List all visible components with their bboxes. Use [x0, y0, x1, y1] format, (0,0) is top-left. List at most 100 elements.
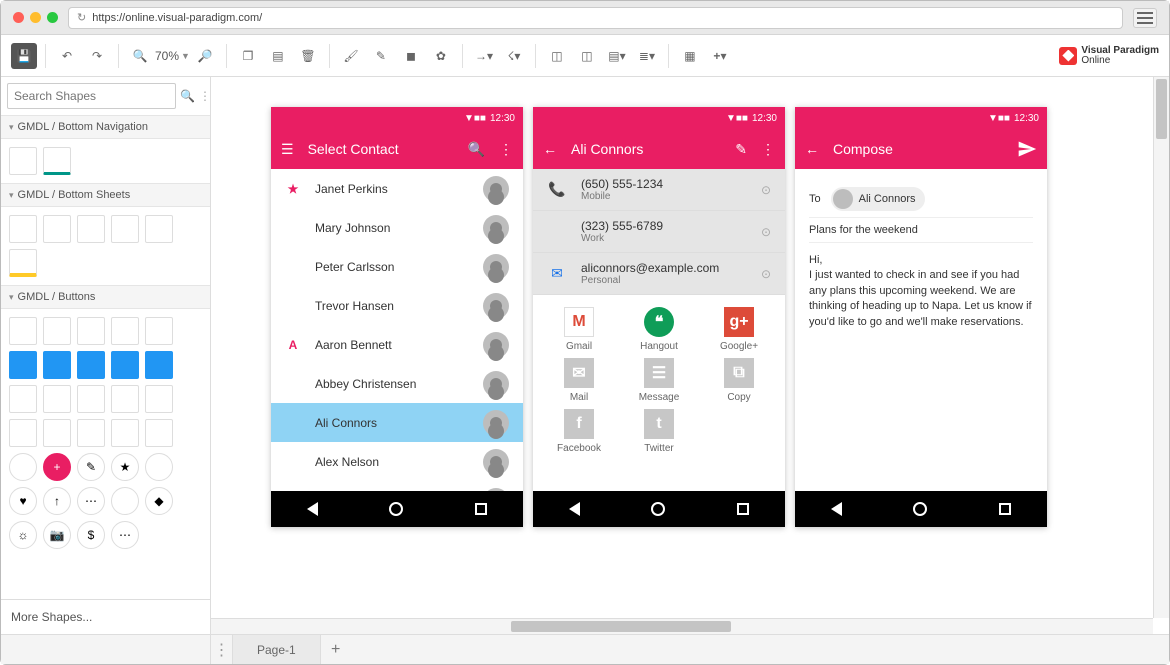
stroke-button[interactable]: ✎: [368, 43, 394, 69]
category-buttons[interactable]: GMDL / Buttons: [1, 285, 210, 309]
mockup-contact-detail[interactable]: ▼■■12:30 ← Ali Connors ✎ ⋮ 📞(650) 555-12…: [533, 107, 785, 527]
align-button[interactable]: ▤▾: [604, 43, 630, 69]
url-bar[interactable]: ↻ https://online.visual-paradigm.com/: [68, 7, 1123, 29]
shape-cell[interactable]: [43, 419, 71, 447]
share-app-message[interactable]: ☰Message: [619, 358, 699, 403]
share-app-twitter[interactable]: tTwitter: [619, 409, 699, 454]
subject-field[interactable]: Plans for the weekend: [809, 224, 918, 236]
overflow-icon[interactable]: ⋮: [761, 141, 775, 158]
share-app-mail[interactable]: ✉Mail: [539, 358, 619, 403]
detail-row[interactable]: (323) 555-6789Work⊙: [533, 211, 785, 253]
back-icon[interactable]: ←: [805, 141, 819, 157]
shape-cell[interactable]: [9, 147, 37, 175]
share-app-gmail[interactable]: MGmail: [539, 307, 619, 352]
shape-cell[interactable]: $: [77, 521, 105, 549]
shape-cell[interactable]: [145, 351, 173, 379]
search-shapes-input[interactable]: [7, 83, 176, 109]
shape-cell[interactable]: [111, 419, 139, 447]
undo-button[interactable]: ↶: [54, 43, 80, 69]
mockup-select-contact[interactable]: ▼■■ 12:30 ☰ Select Contact 🔍 ⋮ ★Janet Pe…: [271, 107, 523, 527]
shape-cell[interactable]: [77, 419, 105, 447]
shape-cell[interactable]: [111, 317, 139, 345]
shape-cell[interactable]: [9, 351, 37, 379]
horizontal-scrollbar[interactable]: [211, 618, 1153, 634]
shape-cell[interactable]: ◆: [145, 487, 173, 515]
share-app-copy[interactable]: ⧉Copy: [699, 358, 779, 403]
paste-button[interactable]: ▤: [265, 43, 291, 69]
share-app-facebook[interactable]: fFacebook: [539, 409, 619, 454]
to-back-button[interactable]: ◫: [574, 43, 600, 69]
shape-cell[interactable]: [43, 317, 71, 345]
menu-icon[interactable]: ☰: [281, 141, 294, 158]
shape-cell[interactable]: [145, 317, 173, 345]
shape-cell[interactable]: [77, 351, 105, 379]
shape-cell[interactable]: [43, 147, 71, 175]
contact-row[interactable]: Alex Nelson: [271, 442, 523, 481]
shape-cell[interactable]: 📷: [43, 521, 71, 549]
copy-button[interactable]: ❐: [235, 43, 261, 69]
reload-icon[interactable]: ↻: [77, 11, 86, 24]
shape-cell[interactable]: [77, 215, 105, 243]
shape-cell[interactable]: [145, 385, 173, 413]
shape-cell[interactable]: [145, 419, 173, 447]
window-controls[interactable]: [13, 12, 58, 23]
browser-menu-button[interactable]: [1133, 8, 1157, 28]
shape-cell[interactable]: [77, 385, 105, 413]
category-bottom-sheets[interactable]: GMDL / Bottom Sheets: [1, 183, 210, 207]
search-icon[interactable]: 🔍: [180, 89, 195, 103]
shadow-button[interactable]: ◼: [398, 43, 424, 69]
contact-row[interactable]: ★Janet Perkins: [271, 169, 523, 208]
back-icon[interactable]: ←: [543, 141, 557, 157]
shape-cell[interactable]: [9, 317, 37, 345]
shape-cell[interactable]: [77, 317, 105, 345]
share-app-hangout[interactable]: ❝Hangout: [619, 307, 699, 352]
page-tab[interactable]: Page-1: [233, 635, 321, 664]
shape-cell[interactable]: [9, 215, 37, 243]
contact-row[interactable]: Abbey Christensen: [271, 364, 523, 403]
shape-cell[interactable]: [9, 453, 37, 481]
zoom-in-button[interactable]: 🔎: [192, 43, 218, 69]
shape-cell[interactable]: [111, 215, 139, 243]
detail-row[interactable]: 📞(650) 555-1234Mobile⊙: [533, 169, 785, 211]
save-button[interactable]: 💾: [11, 43, 37, 69]
category-bottom-navigation[interactable]: GMDL / Bottom Navigation: [1, 115, 210, 139]
share-app-google+[interactable]: g+Google+: [699, 307, 779, 352]
redo-button[interactable]: ↷: [84, 43, 110, 69]
shape-cell[interactable]: +: [43, 453, 71, 481]
search-icon[interactable]: 🔍: [468, 141, 485, 158]
shape-cell[interactable]: ↑: [43, 487, 71, 515]
search-menu-icon[interactable]: ⋮: [199, 89, 211, 103]
add-page-button[interactable]: +: [321, 641, 351, 659]
contact-row[interactable]: Peter Carlsson: [271, 247, 523, 286]
shape-cell[interactable]: [111, 487, 139, 515]
contact-row[interactable]: Mary Johnson: [271, 208, 523, 247]
canvas[interactable]: ▼■■ 12:30 ☰ Select Contact 🔍 ⋮ ★Janet Pe…: [211, 77, 1153, 618]
mockup-compose[interactable]: ▼■■12:30 ← Compose To Ali Connors: [795, 107, 1047, 527]
shape-cell[interactable]: ✎: [77, 453, 105, 481]
send-icon[interactable]: [1017, 139, 1037, 159]
shape-cell[interactable]: [9, 385, 37, 413]
fill-button[interactable]: 🖌: [338, 43, 364, 69]
waypoint-button[interactable]: ☇▾: [501, 43, 527, 69]
recipient-chip[interactable]: Ali Connors: [831, 187, 926, 211]
contact-row[interactable]: Trevor Hansen: [271, 286, 523, 325]
shape-cell[interactable]: ☼: [9, 521, 37, 549]
shape-cell[interactable]: [111, 385, 139, 413]
select-button[interactable]: ▦: [677, 43, 703, 69]
contact-row[interactable]: Ali Connors: [271, 403, 523, 442]
distribute-button[interactable]: ≣▾: [634, 43, 660, 69]
shape-cell[interactable]: [9, 249, 37, 277]
vertical-scrollbar[interactable]: [1153, 77, 1169, 618]
add-button[interactable]: +▾: [707, 43, 733, 69]
shape-cell[interactable]: ⋯: [77, 487, 105, 515]
shape-cell[interactable]: ⋯: [111, 521, 139, 549]
connector-style-button[interactable]: →▾: [471, 43, 497, 69]
contact-row[interactable]: Anthony Stevens: [271, 481, 523, 491]
shape-cell[interactable]: ★: [111, 453, 139, 481]
edit-icon[interactable]: ✎: [735, 141, 747, 158]
delete-button[interactable]: 🗑: [295, 43, 321, 69]
contact-row[interactable]: AAaron Bennett: [271, 325, 523, 364]
shape-cell[interactable]: [43, 385, 71, 413]
shape-cell[interactable]: [9, 419, 37, 447]
shape-cell[interactable]: [43, 215, 71, 243]
